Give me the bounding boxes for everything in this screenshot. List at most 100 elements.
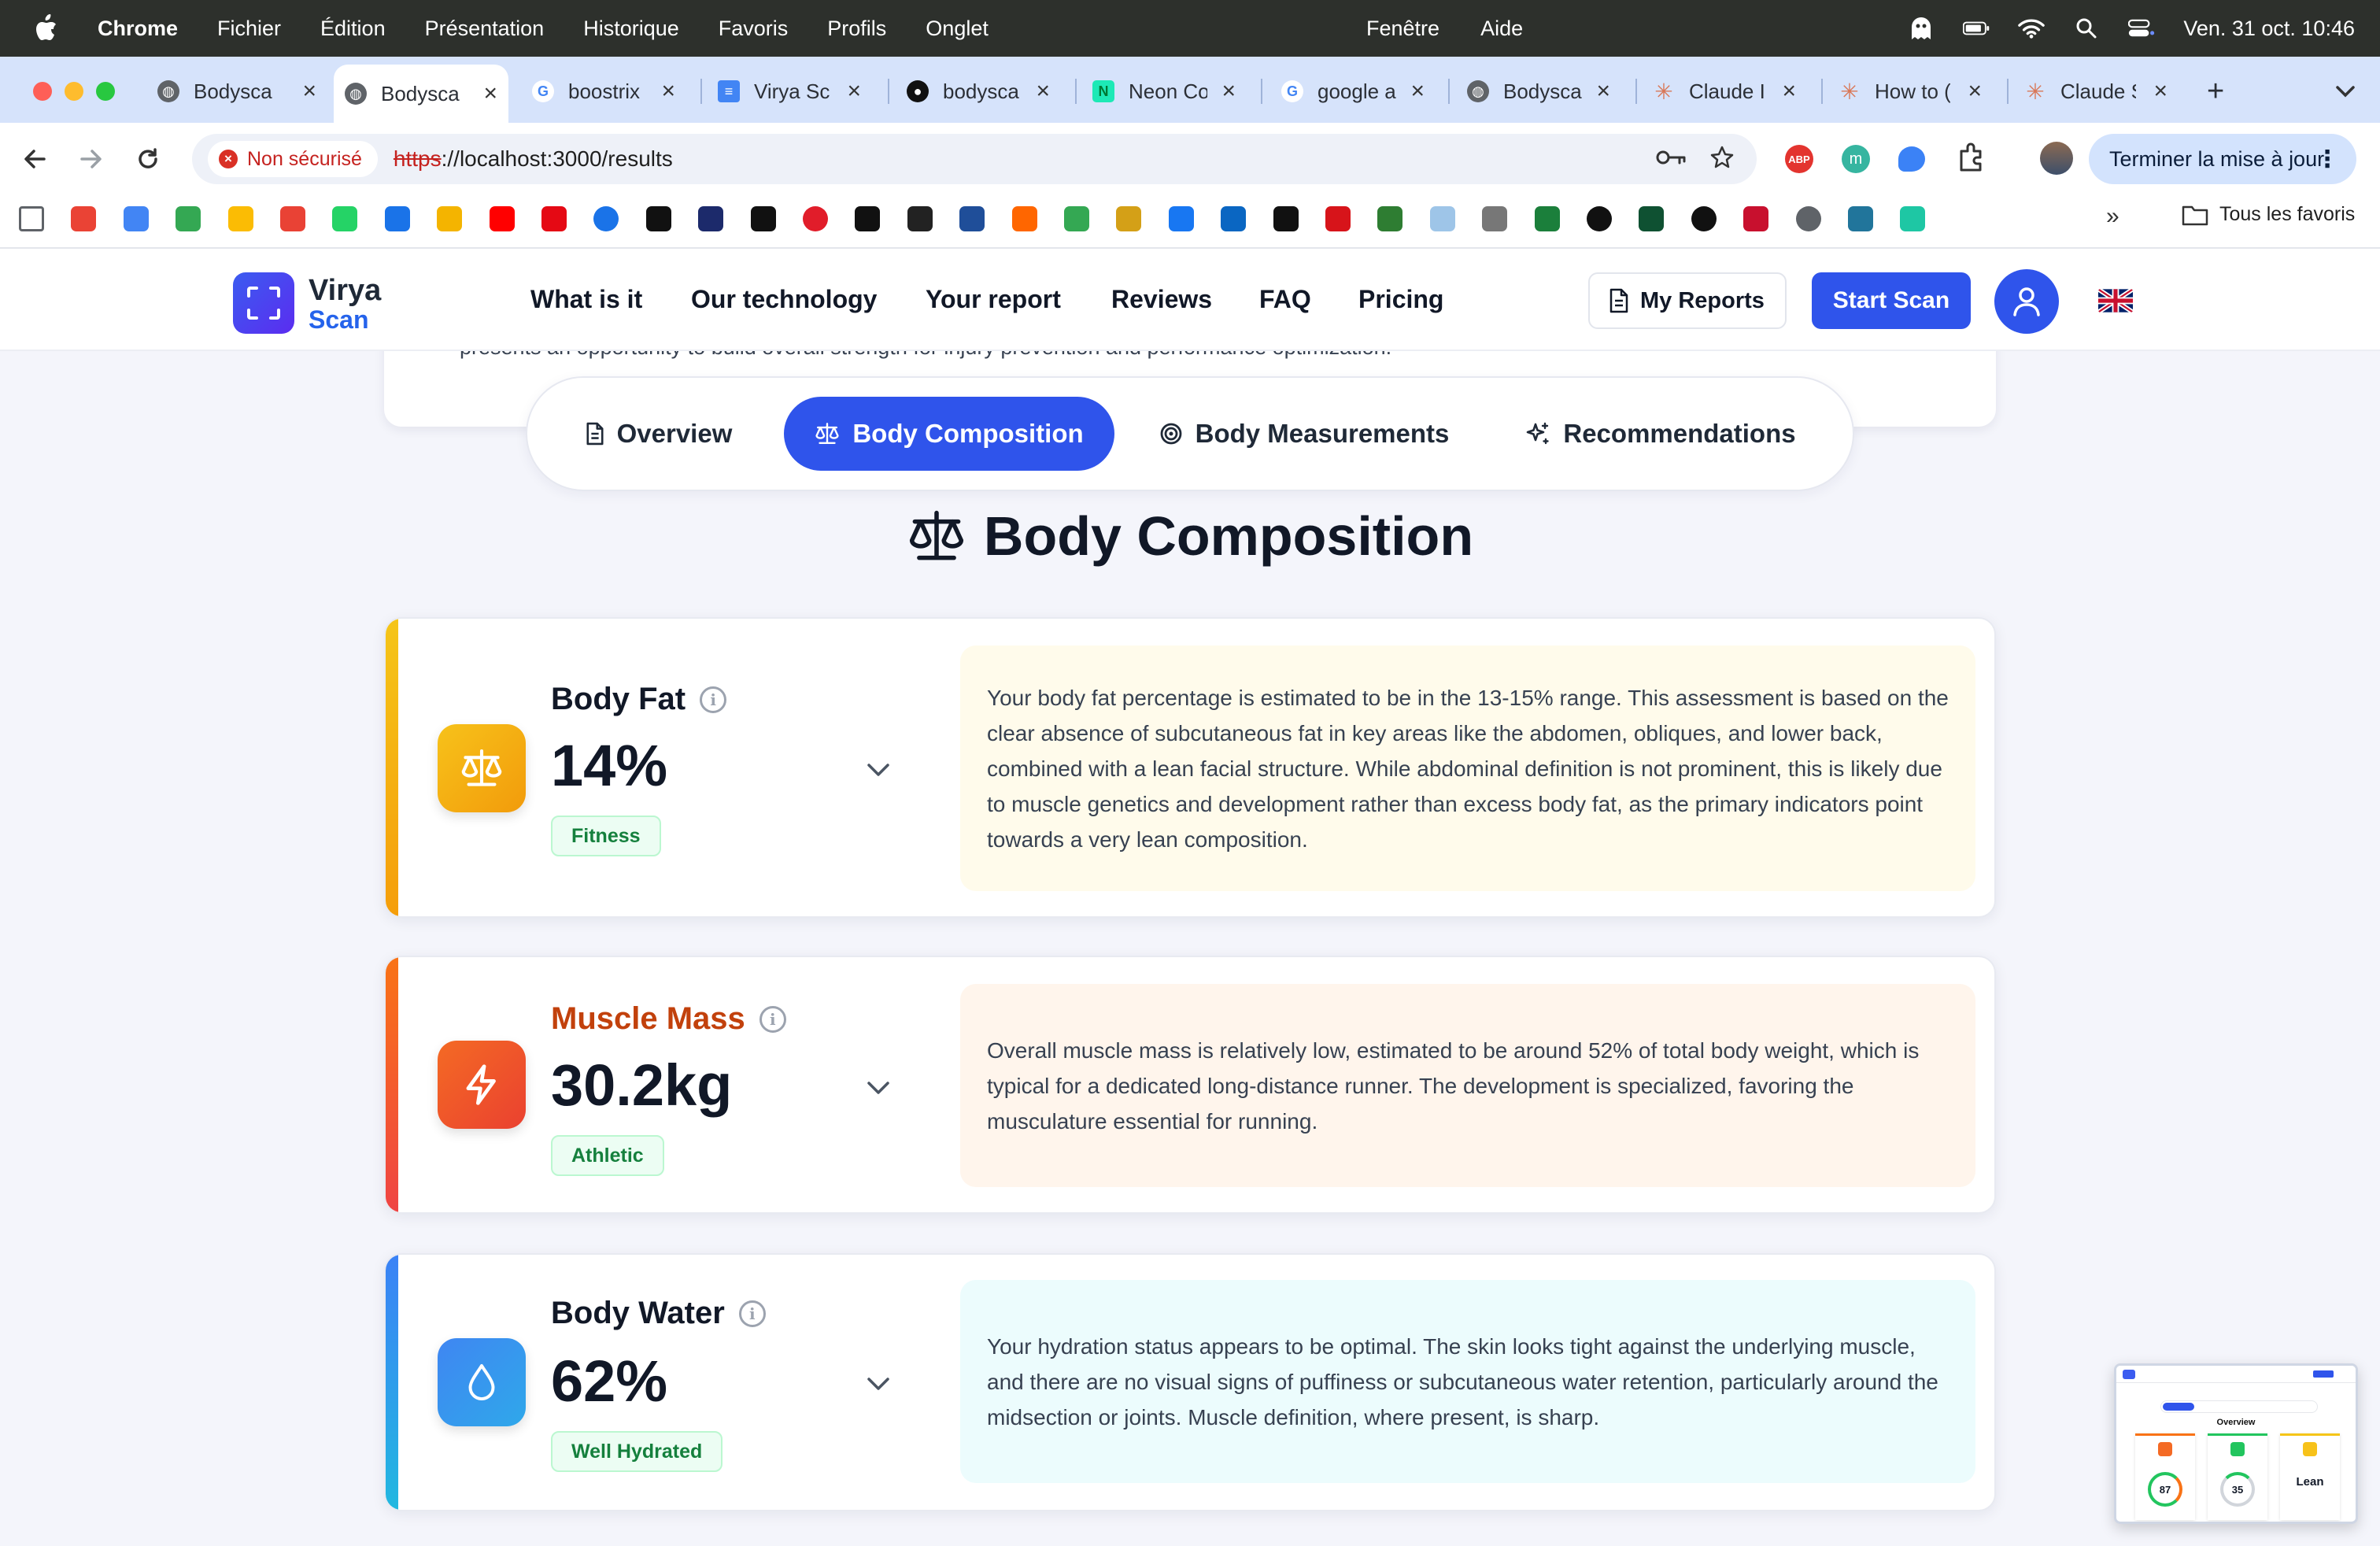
- maps-icon[interactable]: [176, 206, 201, 231]
- spotlight-search-icon[interactable]: [2073, 15, 2100, 42]
- radio-icon[interactable]: [803, 206, 828, 231]
- france-tv-icon[interactable]: [751, 206, 776, 231]
- play-icon[interactable]: [593, 206, 619, 231]
- total-icon[interactable]: [1743, 206, 1768, 231]
- lemonde-icon[interactable]: [1273, 206, 1299, 231]
- netflix-icon[interactable]: [541, 206, 567, 231]
- browser-tab[interactable]: G boostrix ×: [532, 71, 686, 112]
- chevron-down-icon[interactable]: [863, 1368, 894, 1400]
- password-key-icon[interactable]: [1656, 149, 1686, 170]
- apple-icon[interactable]: [33, 13, 65, 44]
- close-window-button[interactable]: [33, 82, 52, 101]
- tab-close-icon[interactable]: ×: [2153, 78, 2168, 105]
- tab-close-icon[interactable]: ×: [1782, 78, 1796, 105]
- info-icon[interactable]: i: [700, 686, 727, 713]
- update-chrome-button[interactable]: Terminer la mise à jour ⋮: [2089, 134, 2356, 184]
- menu-historique[interactable]: Historique: [583, 17, 679, 41]
- amazon-icon[interactable]: [855, 206, 880, 231]
- gmail-icon[interactable]: [71, 206, 96, 231]
- menu-edition[interactable]: Édition: [320, 17, 386, 41]
- forward-arrow-icon[interactable]: [76, 143, 107, 175]
- nav-your-report[interactable]: Your report: [926, 285, 1061, 314]
- calendar-icon[interactable]: [124, 206, 149, 231]
- vercel-icon[interactable]: [1900, 206, 1925, 231]
- virya-logo-icon[interactable]: [233, 272, 294, 334]
- tab-search-chevron-icon[interactable]: [2322, 71, 2369, 112]
- drive-icon[interactable]: [228, 206, 253, 231]
- tab-close-icon[interactable]: ×: [1596, 78, 1610, 105]
- nav-our-technology[interactable]: Our technology: [691, 285, 877, 314]
- dots-icon[interactable]: [1064, 206, 1089, 231]
- whatsapp-icon[interactable]: [332, 206, 357, 231]
- browser-tab[interactable]: ✳ Claude S ×: [2024, 71, 2179, 112]
- nav-what-is-it[interactable]: What is it: [530, 285, 642, 314]
- nav-pricing[interactable]: Pricing: [1358, 285, 1443, 314]
- more-menu-icon[interactable]: ⋮: [2315, 146, 2339, 173]
- control-center-icon[interactable]: [2128, 15, 2155, 42]
- logo-wordmark[interactable]: Virya: [309, 274, 381, 308]
- browser-tab-active[interactable]: ◍ Bodysca ×: [334, 65, 508, 123]
- browser-tab[interactable]: ◍ Bodysca ×: [1467, 71, 1621, 112]
- apps-icon[interactable]: [19, 206, 44, 231]
- x-icon[interactable]: [1691, 206, 1717, 231]
- youtube-icon[interactable]: [490, 206, 515, 231]
- menu-favoris[interactable]: Favoris: [719, 17, 789, 41]
- info-icon[interactable]: i: [738, 1300, 766, 1327]
- browser-tab[interactable]: ● bodysca ×: [907, 71, 1061, 112]
- menu-app-name[interactable]: Chrome: [98, 17, 178, 41]
- bookmark-star-icon[interactable]: [1709, 145, 1735, 174]
- target-icon[interactable]: [1116, 206, 1141, 231]
- metric-card-muscle-mass[interactable]: Muscle Mass i 30.2kg Athletic Overall mu…: [384, 956, 1996, 1214]
- triangle-icon[interactable]: [959, 206, 985, 231]
- orange-icon[interactable]: [1012, 206, 1037, 231]
- m-extension-icon[interactable]: m: [1842, 145, 1870, 173]
- zoom-window-button[interactable]: [96, 82, 115, 101]
- bookmarks-overflow-icon[interactable]: »: [2106, 203, 2119, 230]
- all-bookmarks-folder[interactable]: Tous les favoris: [2182, 203, 2355, 226]
- menu-onglet[interactable]: Onglet: [926, 17, 989, 41]
- tab-close-icon[interactable]: ×: [1410, 78, 1425, 105]
- logo-subword[interactable]: Scan: [309, 305, 368, 335]
- menu-fichier[interactable]: Fichier: [217, 17, 281, 41]
- browser-tab[interactable]: N Neon Co ×: [1092, 71, 1247, 112]
- info-icon[interactable]: i: [759, 1005, 786, 1033]
- rmc-icon[interactable]: [698, 206, 723, 231]
- keep-icon[interactable]: [437, 206, 462, 231]
- tab-close-icon[interactable]: ×: [847, 78, 861, 105]
- browser-tab[interactable]: ≡ Virya Sc ×: [718, 71, 872, 112]
- battery-icon[interactable]: [1963, 15, 1990, 42]
- browser-tab[interactable]: ✳ How to ( ×: [1839, 71, 1993, 112]
- tab-close-icon[interactable]: ×: [661, 78, 675, 105]
- tab-close-icon[interactable]: ×: [1036, 78, 1050, 105]
- nvidia-icon[interactable]: [1639, 206, 1664, 231]
- wifi-icon[interactable]: [2018, 15, 2046, 42]
- ghost-app-icon[interactable]: [1908, 15, 1935, 42]
- my-reports-button[interactable]: My Reports: [1588, 272, 1787, 329]
- address-bar[interactable]: × Non sécurisé https://localhost:3000/re…: [192, 134, 1757, 184]
- tab-close-icon[interactable]: ×: [1221, 78, 1236, 105]
- screenshot-preview-thumbnail[interactable]: Overview 87 35 Lean: [2114, 1363, 2358, 1524]
- menu-clock[interactable]: Ven. 31 oct. 10:46: [2183, 17, 2355, 41]
- cloud-icon[interactable]: [1430, 206, 1455, 231]
- tab-body-measurements[interactable]: Body Measurements: [1146, 397, 1462, 471]
- chat-extension-icon[interactable]: [1898, 146, 1925, 172]
- tab-recommendations[interactable]: Recommendations: [1511, 397, 1810, 471]
- building-icon[interactable]: [1482, 206, 1507, 231]
- metric-card-body-water[interactable]: Body Water i 62% Well Hydrated Your hydr…: [384, 1253, 1996, 1511]
- tab-close-icon[interactable]: ×: [302, 78, 316, 105]
- r-icon[interactable]: [1587, 206, 1612, 231]
- chevron-down-icon[interactable]: [863, 1072, 894, 1104]
- tab-overview[interactable]: Overview: [564, 397, 754, 471]
- tab-body-composition[interactable]: Body Composition: [784, 397, 1114, 471]
- globe-icon[interactable]: [1796, 206, 1821, 231]
- plus-icon[interactable]: [646, 206, 671, 231]
- extensions-puzzle-icon[interactable]: [1957, 142, 1986, 177]
- browser-tab[interactable]: ◍ Bodysca ×: [157, 71, 327, 112]
- nav-faq[interactable]: FAQ: [1259, 285, 1311, 314]
- menu-fenetre[interactable]: Fenêtre: [1366, 17, 1439, 41]
- tab-close-icon[interactable]: ×: [483, 80, 497, 107]
- messages-icon[interactable]: [385, 206, 410, 231]
- browser-tab[interactable]: G google a ×: [1281, 71, 1436, 112]
- user-account-icon[interactable]: [1994, 269, 2059, 334]
- linkedin-icon[interactable]: [1221, 206, 1246, 231]
